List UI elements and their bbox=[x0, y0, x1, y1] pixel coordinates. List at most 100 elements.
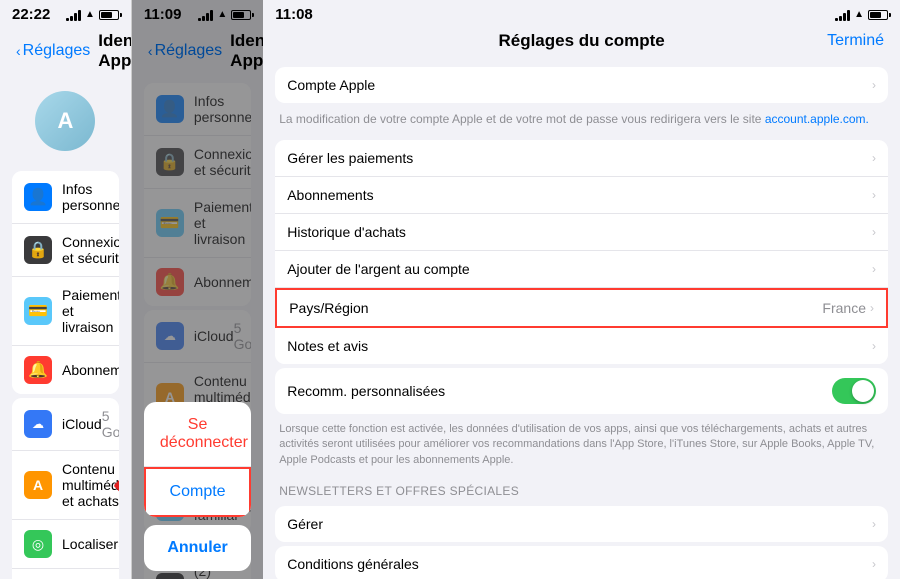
list-item[interactable]: Ajouter de l'argent au compte › bbox=[275, 251, 888, 288]
item-label: Ajouter de l'argent au compte bbox=[287, 261, 872, 277]
panel-2: 11:09 ▲ ‹ Réglages Identifiant Apple 👤 I… bbox=[132, 0, 263, 579]
item-label: Connexion et sécurité bbox=[62, 234, 119, 266]
icloud-icon: ☁ bbox=[24, 410, 52, 438]
item-label: Abonnements bbox=[287, 187, 872, 203]
location-icon: ◎ bbox=[24, 530, 52, 558]
item-label: Gérer les paiements bbox=[287, 150, 872, 166]
list-item[interactable]: 👨‍👩‍👧 Partage familial Configurer › bbox=[12, 569, 119, 579]
nav-title-1: Identifiant Apple bbox=[98, 31, 132, 71]
item-value: 5 Go bbox=[102, 408, 119, 440]
nav-bar-3: Réglages du compte Terminé bbox=[263, 27, 900, 59]
pays-region-item[interactable]: Pays/Région France › bbox=[275, 288, 888, 328]
back-label-1: Réglages bbox=[23, 42, 91, 60]
profile-area: A bbox=[0, 79, 131, 167]
nav-title-3: Réglages du compte bbox=[339, 31, 824, 51]
status-icons-1: ▲ bbox=[66, 9, 119, 21]
item-label: Historique d'achats bbox=[287, 224, 872, 240]
action-sheet: Se déconnecter Compte Annuler bbox=[144, 402, 251, 571]
creditcard-icon: 💳 bbox=[24, 297, 52, 325]
chevron-right-icon: › bbox=[872, 339, 876, 353]
lock-icon: 🔒 bbox=[24, 236, 52, 264]
apple-link[interactable]: account.apple.com. bbox=[765, 112, 869, 126]
list-item[interactable]: ◎ Localiser › bbox=[12, 520, 119, 569]
back-button-1[interactable]: ‹ Réglages bbox=[16, 42, 90, 60]
item-label: Paiement et livraison bbox=[62, 287, 119, 335]
settings-section-1: 👤 Infos personnelles › 🔒 Connexion et sé… bbox=[12, 171, 119, 394]
item-label: Localiser bbox=[62, 536, 118, 552]
settings-section-p3-2: Gérer les paiements › Abonnements › Hist… bbox=[275, 140, 888, 364]
item-label: Recomm. personnalisées bbox=[287, 383, 832, 399]
item-label: Compte Apple bbox=[287, 77, 872, 93]
list-item[interactable]: Historique d'achats › bbox=[275, 214, 888, 251]
account-description: La modification de votre compte Apple et… bbox=[263, 107, 900, 136]
item-label: Notes et avis bbox=[287, 338, 872, 354]
chevron-right-icon: › bbox=[872, 188, 876, 202]
wifi-icon: ▲ bbox=[85, 9, 95, 20]
panel3-content: Compte Apple › La modification de votre … bbox=[263, 59, 900, 579]
nav-bar-1: ‹ Réglages Identifiant Apple bbox=[0, 27, 131, 79]
chevron-right-icon: › bbox=[872, 557, 876, 571]
chevron-right-icon: › bbox=[870, 301, 874, 315]
chevron-right-icon: › bbox=[872, 225, 876, 239]
battery-icon bbox=[868, 10, 888, 20]
list-item[interactable]: Compte Apple › bbox=[275, 67, 888, 103]
item-label: Infos personnelles bbox=[62, 181, 119, 213]
item-value: France bbox=[822, 300, 866, 316]
disconnect-button[interactable]: Se déconnecter bbox=[144, 402, 251, 467]
item-label: Pays/Région bbox=[289, 300, 822, 316]
list-item: Recomm. personnalisées bbox=[275, 368, 888, 414]
chevron-right-icon: › bbox=[872, 151, 876, 165]
red-arrow-icon: ↩ bbox=[113, 469, 118, 502]
newsletters-header: NEWSLETTERS ET OFFRES SPÉCIALES bbox=[263, 476, 900, 502]
chevron-right-icon: › bbox=[872, 517, 876, 531]
item-label: Conditions générales bbox=[287, 556, 872, 572]
status-bar-3: 11:08 ▲ bbox=[263, 0, 900, 27]
list-item[interactable]: A Contenu multimédia et achats › ↩ bbox=[12, 451, 119, 520]
list-item[interactable]: Notes et avis › bbox=[275, 328, 888, 364]
panel-3: 11:08 ▲ Réglages du compte Terminé Compt… bbox=[263, 0, 900, 579]
list-item[interactable]: Abonnements › bbox=[275, 177, 888, 214]
item-label: Gérer bbox=[287, 516, 872, 532]
action-sheet-group: Se déconnecter Compte bbox=[144, 402, 251, 517]
time-1: 22:22 bbox=[12, 6, 50, 23]
settings-section-2: ☁ iCloud 5 Go › A Contenu multimédia et … bbox=[12, 398, 119, 579]
recomm-toggle[interactable] bbox=[832, 378, 876, 404]
item-label: Contenu multimédia et achats bbox=[62, 461, 119, 509]
panel1-scroll: A 👤 Infos personnelles › 🔒 Connexion et … bbox=[0, 79, 131, 579]
settings-section-p3-3: Recomm. personnalisées bbox=[275, 368, 888, 414]
cancel-button[interactable]: Annuler bbox=[144, 525, 251, 571]
list-item[interactable]: 🔔 Abonnements › bbox=[12, 346, 119, 394]
avatar: A bbox=[35, 91, 95, 151]
panel-1: 22:22 ▲ ‹ Réglages Identifiant Apple A 👤… bbox=[0, 0, 132, 579]
list-item[interactable]: 🔒 Connexion et sécurité › bbox=[12, 224, 119, 277]
done-button[interactable]: Terminé bbox=[824, 32, 884, 50]
signal-icon bbox=[835, 9, 850, 21]
appstore-icon: A bbox=[24, 471, 52, 499]
person-icon: 👤 bbox=[24, 183, 52, 211]
list-item[interactable]: 💳 Paiement et livraison Téléphone p... › bbox=[12, 277, 119, 346]
settings-section-p3-1: Compte Apple › bbox=[275, 67, 888, 103]
list-item[interactable]: 👤 Infos personnelles › bbox=[12, 171, 119, 224]
wifi-icon: ▲ bbox=[854, 9, 864, 20]
item-label: iCloud bbox=[62, 416, 102, 432]
toggle-knob bbox=[852, 380, 874, 402]
chevron-right-icon: › bbox=[872, 78, 876, 92]
time-3: 11:08 bbox=[275, 6, 313, 23]
list-item[interactable]: Gérer › bbox=[275, 506, 888, 542]
settings-section-p3-5: Conditions générales › bbox=[275, 546, 888, 579]
item-label: Abonnements bbox=[62, 362, 119, 378]
chevron-right-icon: › bbox=[118, 537, 119, 551]
list-item[interactable]: Gérer les paiements › bbox=[275, 140, 888, 177]
chevron-left-icon: ‹ bbox=[16, 43, 21, 59]
battery-icon bbox=[99, 10, 119, 20]
list-item[interactable]: Conditions générales › bbox=[275, 546, 888, 579]
bell-icon: 🔔 bbox=[24, 356, 52, 384]
status-bar-1: 22:22 ▲ bbox=[0, 0, 131, 27]
list-item[interactable]: ☁ iCloud 5 Go › bbox=[12, 398, 119, 451]
compte-button[interactable]: Compte bbox=[144, 467, 251, 517]
settings-section-p3-4: Gérer › bbox=[275, 506, 888, 542]
status-icons-3: ▲ bbox=[835, 9, 888, 21]
chevron-right-icon: › bbox=[872, 262, 876, 276]
recomm-description: Lorsque cette fonction est activée, les … bbox=[263, 418, 900, 476]
signal-icon bbox=[66, 9, 81, 21]
